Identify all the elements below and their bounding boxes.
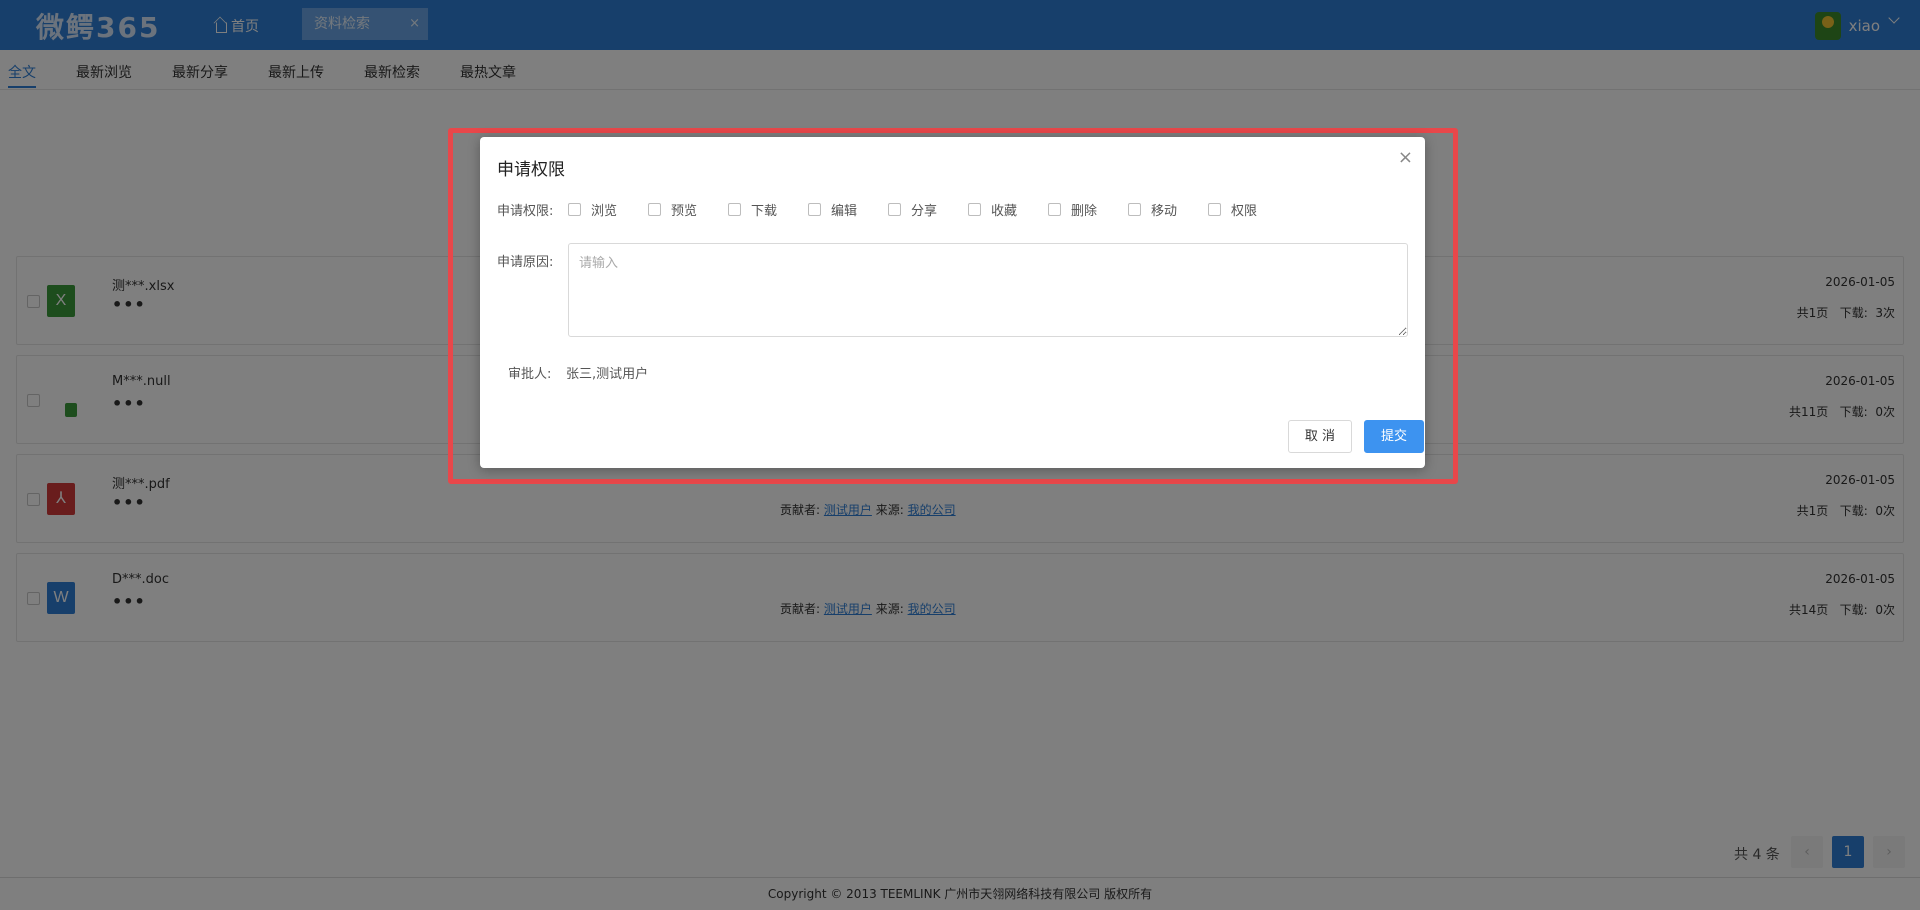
permission-option-label: 移动 xyxy=(1151,204,1178,219)
permission-favorite[interactable]: 收藏 xyxy=(968,200,1017,219)
permission-share[interactable]: 分享 xyxy=(888,200,937,219)
reason-input[interactable] xyxy=(568,243,1408,337)
permission-permission[interactable]: 权限 xyxy=(1208,200,1257,219)
permission-browse[interactable]: 浏览 xyxy=(568,200,617,219)
checkbox[interactable] xyxy=(808,203,821,216)
close-icon[interactable]: × xyxy=(1398,147,1413,168)
permission-move[interactable]: 移动 xyxy=(1128,200,1177,219)
permission-option-label: 浏览 xyxy=(591,204,618,219)
permission-option-label: 删除 xyxy=(1071,204,1098,219)
checkbox[interactable] xyxy=(568,203,581,216)
checkbox[interactable] xyxy=(968,203,981,216)
reason-label: 申请原因: xyxy=(497,255,554,270)
approver-value: 张三,测试用户 xyxy=(566,367,649,382)
permission-option-label: 权限 xyxy=(1231,204,1258,219)
permission-option-label: 分享 xyxy=(911,204,938,219)
permission-dialog: 申请权限 × 申请权限: 浏览 预览 下载 编辑 分享 收藏 删除 移动 权限 … xyxy=(480,137,1425,468)
cancel-button[interactable]: 取 消 xyxy=(1288,420,1352,453)
checkbox[interactable] xyxy=(1048,203,1061,216)
permission-delete[interactable]: 删除 xyxy=(1048,200,1097,219)
approver-label: 审批人: xyxy=(508,367,552,382)
permission-option-label: 编辑 xyxy=(831,204,858,219)
permission-edit[interactable]: 编辑 xyxy=(808,200,857,219)
checkbox[interactable] xyxy=(648,203,661,216)
permission-download[interactable]: 下载 xyxy=(728,200,777,219)
permission-label: 申请权限: xyxy=(497,204,554,219)
permission-option-label: 预览 xyxy=(671,204,698,219)
checkbox[interactable] xyxy=(1208,203,1221,216)
permission-option-label: 下载 xyxy=(751,204,778,219)
submit-button[interactable]: 提交 xyxy=(1364,420,1424,453)
checkbox[interactable] xyxy=(888,203,901,216)
permission-option-label: 收藏 xyxy=(991,204,1018,219)
checkbox[interactable] xyxy=(728,203,741,216)
permission-preview[interactable]: 预览 xyxy=(648,200,697,219)
checkbox[interactable] xyxy=(1128,203,1141,216)
dialog-title: 申请权限 xyxy=(497,160,565,180)
